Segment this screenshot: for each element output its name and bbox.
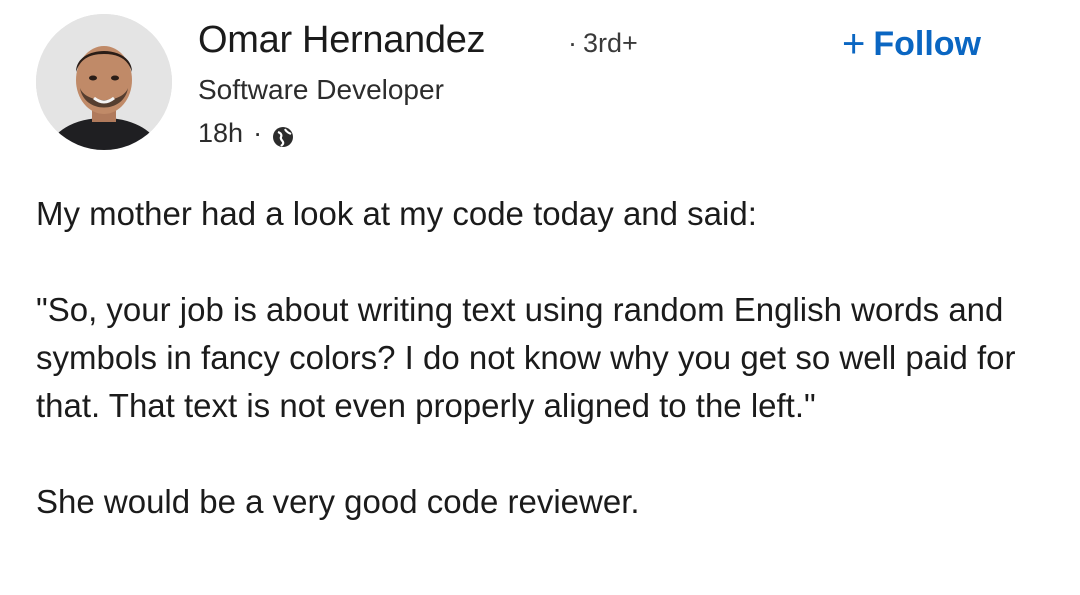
- author-headline: Software Developer: [198, 74, 444, 105]
- post-paragraph: "So, your job is about writing text usin…: [36, 291, 1016, 424]
- post-paragraph: She would be a very good code reviewer.: [36, 483, 640, 520]
- degree-separator: ·: [568, 28, 577, 58]
- avatar[interactable]: [36, 14, 172, 150]
- post-body: My mother had a look at my code today an…: [36, 190, 1066, 526]
- globe-icon: [272, 122, 294, 147]
- post-paragraph: My mother had a look at my code today an…: [36, 195, 757, 232]
- connection-degree: · 3rd+: [568, 26, 638, 60]
- meta-separator: ·: [253, 118, 263, 148]
- follow-button[interactable]: + Follow: [842, 20, 981, 68]
- avatar-photo: [36, 14, 172, 150]
- plus-icon: +: [842, 22, 866, 66]
- post-time: 18h: [198, 118, 244, 148]
- degree-label: 3rd+: [583, 28, 638, 58]
- post-meta: 18h ·: [198, 116, 294, 150]
- follow-label: Follow: [873, 24, 982, 63]
- author-name[interactable]: Omar Hernandez: [198, 16, 486, 64]
- linkedin-post: Omar Hernandez · 3rd+ + Follow Software D…: [0, 0, 1080, 595]
